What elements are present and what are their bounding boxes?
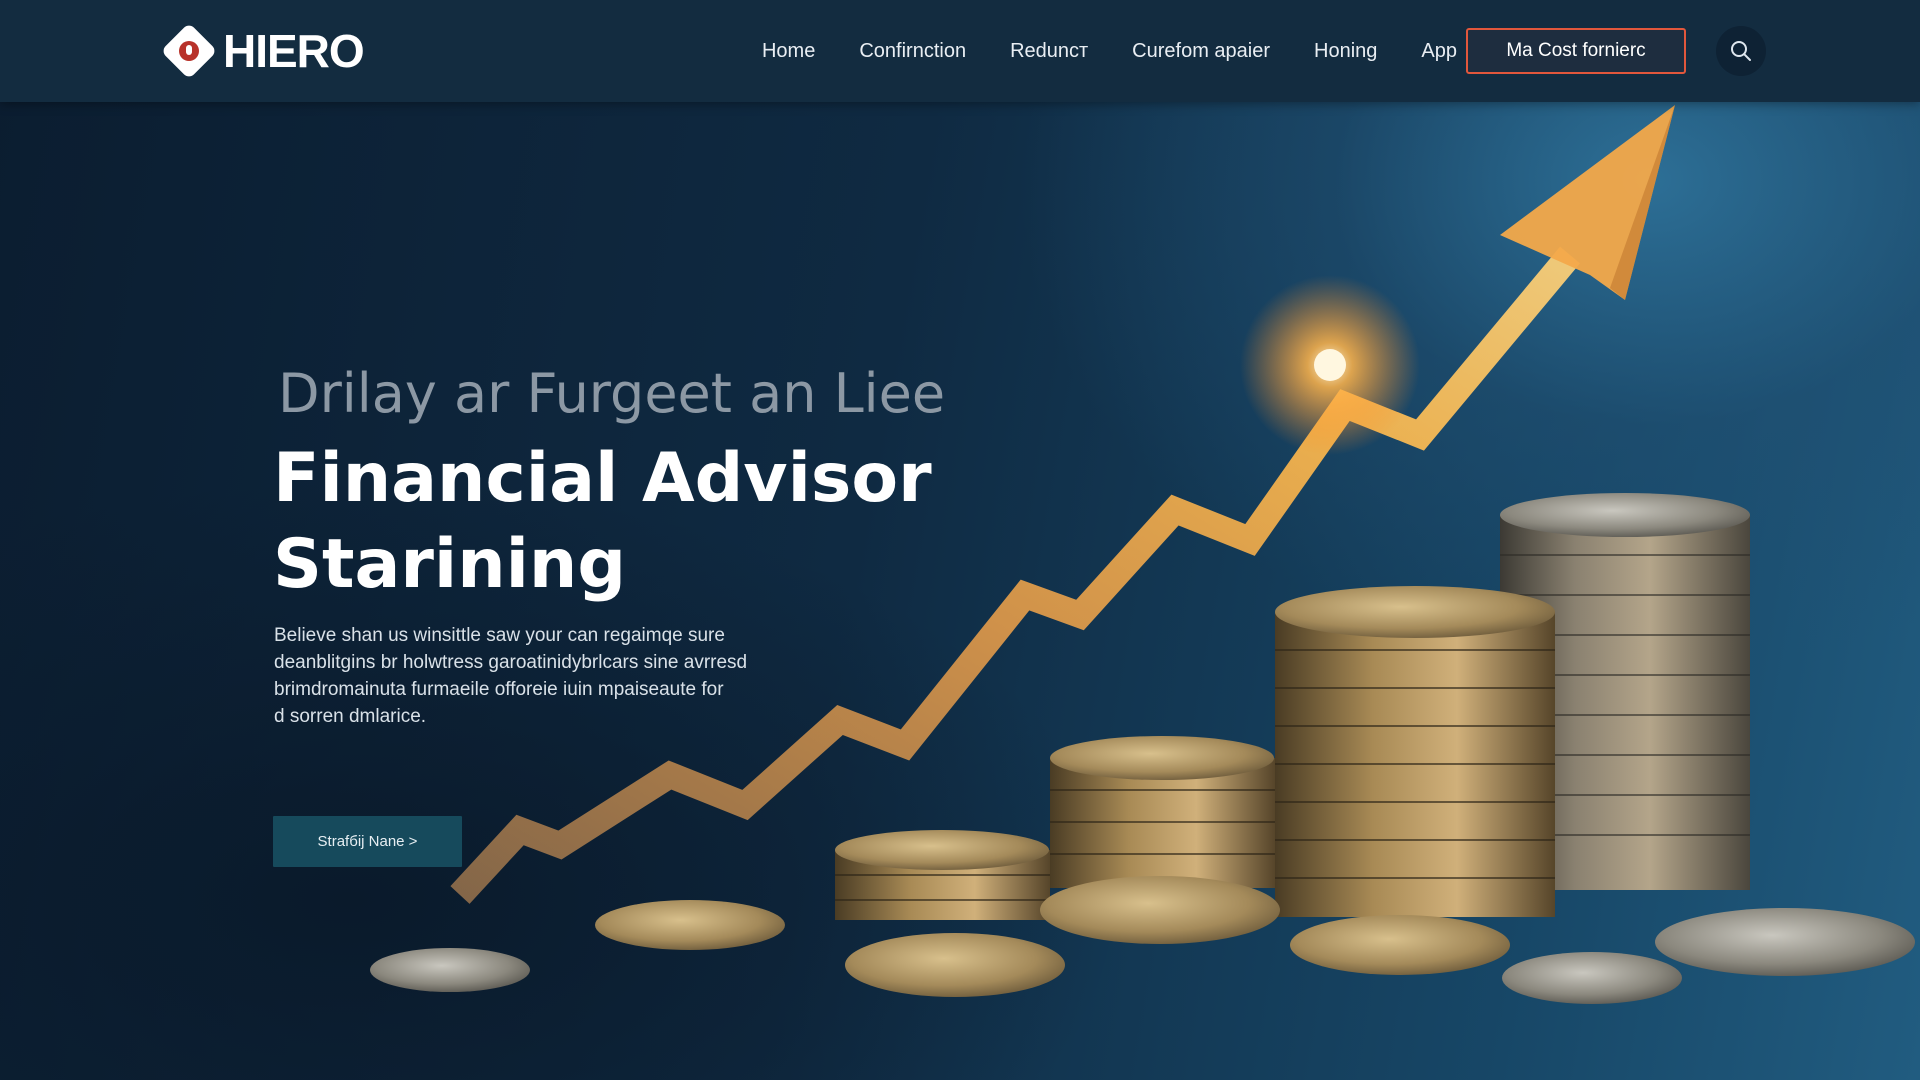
- search-button[interactable]: [1716, 26, 1766, 76]
- brand-logo[interactable]: HIERO: [160, 22, 365, 80]
- nav-item-honing[interactable]: Honing: [1314, 40, 1377, 63]
- description-line-3: brimdromainuta furmaeile offoreie iuin m…: [274, 679, 724, 700]
- main-nav: Home Confirnction Reduncт Curefom apaier…: [762, 0, 1457, 102]
- hero-headline: Financial Advisor Starining: [273, 436, 932, 608]
- hero-description: Believe shan us winsittle saw your can r…: [274, 622, 854, 730]
- coin-stack-2: [1050, 736, 1275, 888]
- nav-item-curefom-apaier[interactable]: Curefom apaier: [1132, 40, 1270, 63]
- logo-icon: [160, 22, 218, 80]
- nav-item-app[interactable]: App: [1421, 40, 1457, 63]
- loose-coins: [370, 876, 1915, 1004]
- description-line-1: Believe shan us winsittle saw your can r…: [274, 625, 725, 646]
- headline-line-1: Financial Advisor: [273, 439, 932, 518]
- nav-item-reduncт[interactable]: Reduncт: [1010, 40, 1088, 63]
- hero-primary-button[interactable]: Strafбij Nane >: [273, 816, 462, 867]
- cta-button[interactable]: Ma Cost fornierc: [1466, 28, 1686, 74]
- coin-stack-1: [835, 830, 1050, 920]
- search-icon: [1731, 41, 1751, 61]
- nav-item-confirnction[interactable]: Confirnction: [859, 40, 966, 63]
- top-navbar: HIERO Home Confirnction Reduncт Curefom …: [0, 0, 1920, 102]
- description-line-4: d sorren dmlarice.: [274, 706, 427, 727]
- coin-stack-3: [1275, 586, 1555, 917]
- nav-item-home[interactable]: Home: [762, 40, 815, 63]
- logo-text: HIERO: [223, 25, 365, 77]
- description-line-2: deanblitgins br holwtress garoatinidybrl…: [274, 652, 748, 673]
- headline-line-2: Starining: [273, 525, 627, 604]
- hero-eyebrow: Drilay ar Furgeet an Liee: [278, 362, 946, 425]
